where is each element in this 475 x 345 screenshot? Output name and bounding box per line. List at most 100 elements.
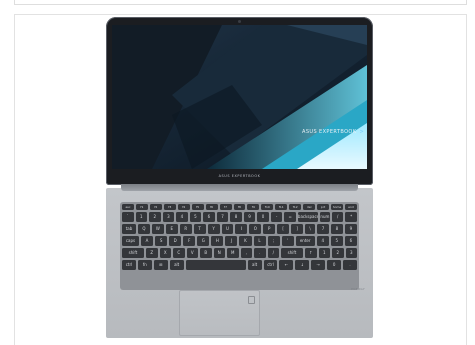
key[interactable]: 5 [330, 236, 343, 246]
key[interactable]: ` [122, 212, 134, 222]
key[interactable]: R [179, 224, 192, 234]
key[interactable]: ⊞ [153, 260, 168, 270]
screen-brand-text: ASUS EXPERTBOOK > [302, 129, 365, 135]
key[interactable]: - [270, 212, 283, 222]
key[interactable]: f11 [275, 204, 288, 210]
key[interactable]: \ [305, 224, 316, 234]
key[interactable]: , [240, 248, 252, 258]
key[interactable]: K [239, 236, 252, 246]
key[interactable]: fn [137, 260, 152, 270]
key[interactable]: alt [247, 260, 262, 270]
keyboard-row: ` 1 2 3 4 5 6 7 8 9 0- = backspace num / * [122, 212, 357, 222]
key[interactable]: 7 [216, 212, 229, 222]
key[interactable]: 8 [330, 224, 343, 234]
key[interactable]: enter [295, 236, 315, 246]
key[interactable]: 2 [149, 212, 161, 222]
key[interactable]: C [173, 248, 185, 258]
key[interactable]: 1 [318, 248, 330, 258]
key[interactable]: T [193, 224, 206, 234]
key[interactable]: 8 [230, 212, 242, 222]
key[interactable]: 5 [189, 212, 202, 222]
key[interactable]: Q [138, 224, 150, 234]
key[interactable]: ctrl [263, 260, 278, 270]
key[interactable]: f7 [219, 204, 232, 210]
key[interactable]: . [343, 260, 357, 270]
key[interactable]: A [141, 236, 154, 246]
key[interactable]: home [331, 204, 343, 210]
key[interactable]: tab [122, 224, 136, 234]
key[interactable]: B [200, 248, 212, 258]
key[interactable]: prt [317, 204, 330, 210]
key[interactable]: f12 [289, 204, 302, 210]
key[interactable]: U [221, 224, 234, 234]
key[interactable]: 3 [345, 248, 357, 258]
key[interactable]: * [345, 212, 357, 222]
key[interactable]: N [213, 248, 225, 258]
key[interactable]: ctrl [122, 260, 136, 270]
key[interactable]: H [211, 236, 224, 246]
key[interactable]: I [235, 224, 248, 234]
key[interactable]: G [197, 236, 210, 246]
key[interactable]: f4 [177, 204, 190, 210]
key[interactable]: Z [146, 248, 158, 258]
key[interactable]: ' [281, 236, 294, 246]
key[interactable]: O [249, 224, 262, 234]
key[interactable]: F [183, 236, 196, 246]
key[interactable]: 9 [344, 224, 357, 234]
key[interactable]: ; [267, 236, 280, 246]
key[interactable]: 6 [203, 212, 215, 222]
key[interactable]: Y [207, 224, 220, 234]
key[interactable]: f6 [205, 204, 218, 210]
key[interactable]: end [345, 204, 357, 210]
key[interactable]: [ [277, 224, 290, 234]
key[interactable]: shift [281, 248, 303, 258]
key[interactable]: f10 [261, 204, 274, 210]
key[interactable]: E [165, 224, 178, 234]
key[interactable]: 4 [176, 212, 188, 222]
key[interactable]: 7 [317, 224, 329, 234]
key[interactable]: esc [122, 204, 134, 210]
key[interactable]: f9 [247, 204, 260, 210]
key[interactable]: . [254, 248, 266, 258]
key[interactable]: V [186, 248, 198, 258]
key[interactable]: 3 [162, 212, 175, 222]
key[interactable]: shift [122, 248, 144, 258]
key[interactable]: backspace [297, 212, 318, 222]
key[interactable]: ↑ [305, 248, 317, 258]
key[interactable]: ] [291, 224, 304, 234]
key[interactable]: caps [122, 236, 139, 246]
key[interactable]: P [263, 224, 276, 234]
key[interactable]: f2 [149, 204, 162, 210]
key[interactable]: = [284, 212, 296, 222]
key[interactable] [185, 260, 246, 270]
webcam-icon [238, 20, 241, 23]
key[interactable]: num [319, 212, 330, 222]
key[interactable]: 0 [327, 260, 342, 270]
key[interactable]: L [253, 236, 266, 246]
key[interactable]: ← [279, 260, 294, 270]
key[interactable]: J [225, 236, 238, 246]
key[interactable]: W [151, 224, 164, 234]
key[interactable]: 0 [257, 212, 269, 222]
key[interactable]: 2 [332, 248, 344, 258]
key[interactable]: 4 [316, 236, 329, 246]
bezel-brand-label: ASUS EXPERTBOOK [218, 174, 261, 178]
key[interactable]: f3 [163, 204, 176, 210]
keyboard-row: tab Q W E R T Y U I O P[] \ 7 8 9 [122, 224, 357, 234]
key[interactable]: 9 [243, 212, 256, 222]
key[interactable]: M [227, 248, 239, 258]
key[interactable]: → [311, 260, 326, 270]
key[interactable]: f5 [191, 204, 204, 210]
key[interactable]: f1 [135, 204, 148, 210]
key[interactable]: S [155, 236, 168, 246]
key[interactable]: / [267, 248, 279, 258]
key[interactable]: alt [169, 260, 184, 270]
key[interactable]: 1 [135, 212, 148, 222]
key[interactable]: del [303, 204, 316, 210]
key[interactable]: X [159, 248, 171, 258]
key[interactable]: D [169, 236, 182, 246]
key[interactable]: ↓ [295, 260, 310, 270]
key[interactable]: f8 [233, 204, 246, 210]
key[interactable]: 6 [344, 236, 357, 246]
key[interactable]: / [331, 212, 344, 222]
